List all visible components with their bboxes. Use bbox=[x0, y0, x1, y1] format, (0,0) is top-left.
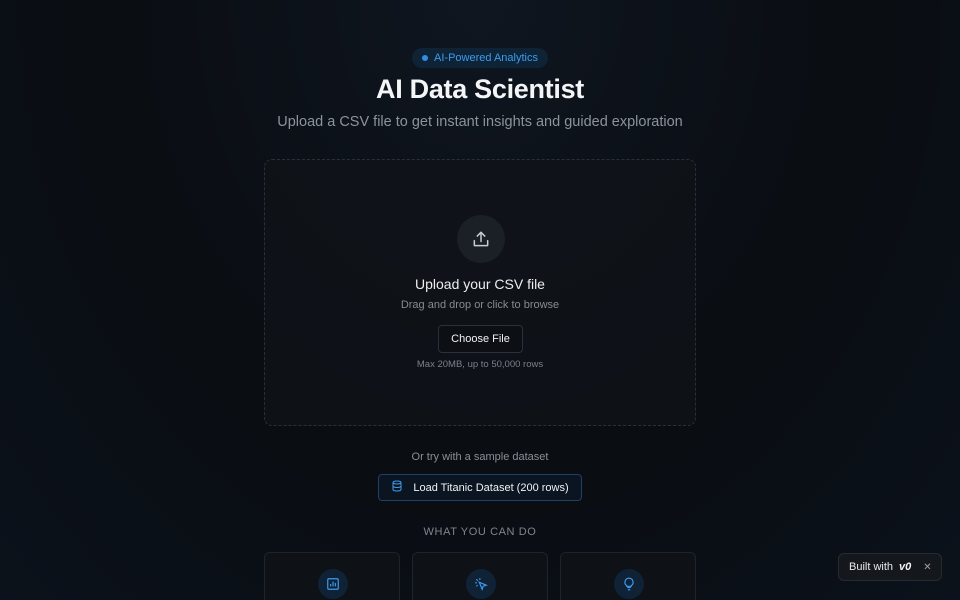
features-heading: WHAT YOU CAN DO bbox=[423, 526, 537, 538]
cursor-click-icon bbox=[466, 569, 496, 599]
upload-icon bbox=[457, 215, 505, 263]
page-subtitle: Upload a CSV file to get instant insight… bbox=[277, 114, 683, 130]
badge-label: AI-Powered Analytics bbox=[434, 52, 538, 64]
csv-dropzone[interactable]: Upload your CSV file Drag and drop or cl… bbox=[264, 159, 696, 426]
dropzone-title: Upload your CSV file bbox=[415, 276, 545, 292]
ai-badge: AI-Powered Analytics bbox=[412, 48, 548, 68]
badge-dot-icon bbox=[422, 55, 429, 61]
built-with-label: Built with bbox=[849, 561, 894, 573]
page-title: AI Data Scientist bbox=[376, 74, 584, 104]
load-sample-label: Load Titanic Dataset (200 rows) bbox=[413, 481, 569, 494]
feature-card-analytics bbox=[264, 552, 400, 600]
database-icon bbox=[391, 480, 403, 495]
lightbulb-icon bbox=[614, 569, 644, 599]
dropzone-limit: Max 20MB, up to 50,000 rows bbox=[416, 359, 544, 370]
v0-logo: v0 bbox=[899, 561, 912, 573]
sample-prompt: Or try with a sample dataset bbox=[411, 451, 549, 463]
close-icon[interactable]: ✕ bbox=[923, 562, 931, 573]
landing-page: AI-Powered Analytics AI Data Scientist U… bbox=[0, 0, 960, 600]
feature-card-insights bbox=[560, 552, 696, 600]
choose-file-button[interactable]: Choose File bbox=[438, 325, 523, 353]
built-with-badge[interactable]: Built with v0 ✕ bbox=[838, 553, 942, 581]
dropzone-subtitle: Drag and drop or click to browse bbox=[400, 299, 560, 311]
load-sample-button[interactable]: Load Titanic Dataset (200 rows) bbox=[378, 474, 582, 501]
feature-card-explore bbox=[412, 552, 548, 600]
bar-chart-icon bbox=[318, 569, 348, 599]
